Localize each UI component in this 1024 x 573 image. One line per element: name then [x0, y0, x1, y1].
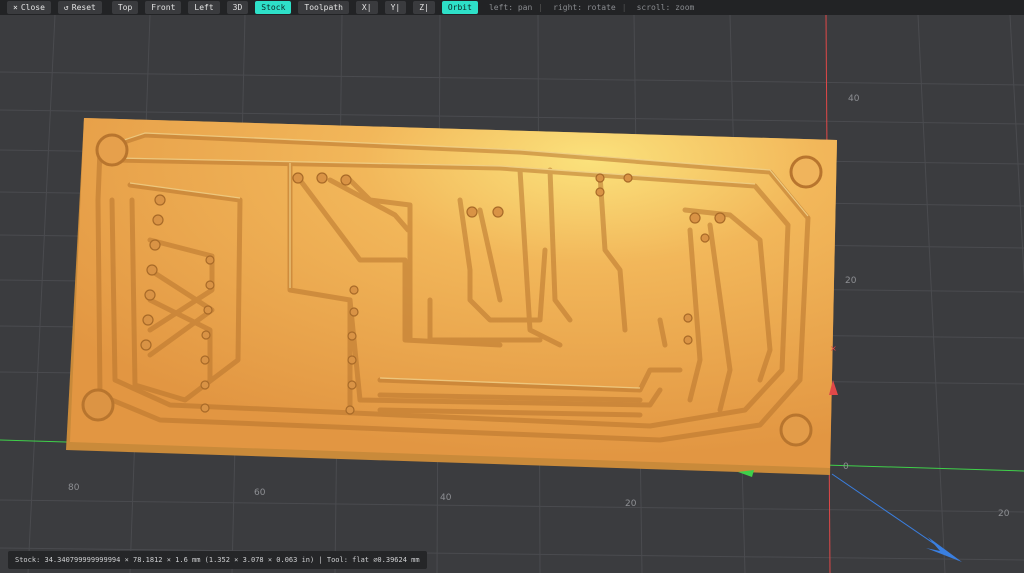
x-tick-label: 40	[440, 493, 452, 503]
close-label: Close	[20, 3, 45, 12]
view-3d-button[interactable]: 3D	[226, 1, 249, 14]
axis-z-button[interactable]: Z|	[413, 1, 435, 14]
x-tick-label: 60	[254, 488, 266, 498]
status-bar: Stock: 34.340799999999994 × 78.1812 × 1.…	[8, 551, 427, 569]
close-button[interactable]: × Close	[7, 1, 51, 14]
y-tick-label: 40	[848, 94, 860, 104]
y-tick-label: 0	[843, 462, 849, 472]
reset-icon: ↺	[63, 3, 69, 12]
hint-zoom: scroll: zoom	[636, 3, 695, 12]
orbit-toggle[interactable]: Orbit	[441, 1, 478, 14]
view-left-button[interactable]: Left	[188, 1, 220, 14]
x-tick-label: 20	[625, 499, 637, 509]
toolpath-toggle[interactable]: Toolpath	[298, 1, 349, 14]
view-front-button[interactable]: Front	[145, 1, 182, 14]
toolbar: × Close ↺ Reset Top Front Left 3D Stock To…	[0, 0, 1024, 15]
x-tick-label: 20	[998, 509, 1010, 519]
axis-y-button[interactable]: Y|	[384, 1, 407, 14]
view-top-button[interactable]: Top	[111, 1, 139, 14]
hint-pan: left: pan	[488, 3, 533, 12]
hint-rotate: right: rotate	[553, 3, 616, 12]
hint-separator: |	[538, 3, 544, 12]
y-tick-label: 20	[845, 276, 857, 286]
axis-x-button[interactable]: X|	[355, 1, 378, 14]
x-tick-label: 80	[68, 483, 80, 493]
hint-separator: |	[621, 3, 627, 12]
reset-label: Reset	[71, 3, 96, 12]
origin-marker: ×	[830, 344, 837, 353]
reset-button[interactable]: ↺ Reset	[57, 1, 102, 14]
close-icon: ×	[13, 3, 18, 12]
stock-toggle[interactable]: Stock	[255, 1, 292, 14]
viewport-3d[interactable]: 40 20 0 80 60 40 20 20 ×	[0, 15, 1024, 573]
pcb-stock	[66, 118, 837, 475]
